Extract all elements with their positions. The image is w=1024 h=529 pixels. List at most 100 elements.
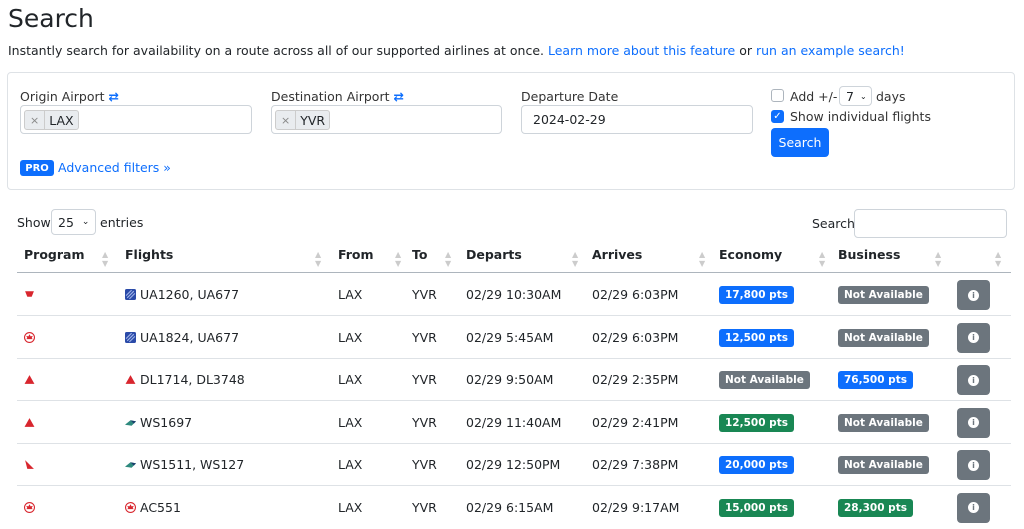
or-text: or <box>739 43 752 58</box>
sort-icon[interactable]: ▲ ▼ <box>445 250 451 268</box>
row-divider <box>17 400 1011 401</box>
economy-badge[interactable]: Not Available <box>719 371 810 389</box>
header-divider <box>17 272 1011 273</box>
flights-text: DL1714, DL3748 <box>140 372 245 387</box>
aircanada-airline-icon <box>125 500 140 515</box>
departs-cell: 02/29 10:30AM <box>466 287 562 302</box>
departs-cell: 02/29 11:40AM <box>466 414 562 430</box>
column-header-flights[interactable]: Flights <box>125 247 173 262</box>
table-search-label: Search: <box>812 216 860 231</box>
remove-icon[interactable]: × <box>25 111 46 129</box>
flights-cell: DL1714, DL3748 <box>125 372 245 387</box>
info-icon: i <box>968 417 979 428</box>
example-search-link[interactable]: run an example search! <box>756 43 905 58</box>
details-button[interactable]: i <box>957 450 990 480</box>
business-badge[interactable]: Not Available <box>838 286 929 304</box>
sort-icon[interactable]: ▲ ▼ <box>995 250 1001 268</box>
economy-badge[interactable]: 12,500 pts <box>719 413 794 432</box>
column-header-departs[interactable]: Departs <box>466 247 522 262</box>
details-button[interactable]: i <box>957 322 990 353</box>
details-button[interactable]: i <box>957 407 990 438</box>
swap-icon[interactable]: ⇄ <box>109 89 119 104</box>
add-days-checkbox[interactable] <box>771 89 784 102</box>
economy-badge[interactable]: 15,000 pts <box>719 498 794 517</box>
row-divider <box>17 485 1011 486</box>
details-button[interactable]: i <box>957 280 990 310</box>
arrives-cell: 02/29 6:03PM <box>592 287 679 302</box>
sort-icon[interactable]: ▲ ▼ <box>699 250 705 268</box>
virgin-program-icon <box>24 288 39 303</box>
details-button[interactable]: i <box>957 365 990 395</box>
row-divider <box>17 442 1011 444</box>
sort-icon[interactable]: ▲ ▼ <box>395 250 401 268</box>
from-cell: LAX <box>338 287 363 302</box>
info-icon: i <box>968 459 979 471</box>
table-search-input[interactable] <box>854 209 1007 238</box>
sort-icon[interactable]: ▲ ▼ <box>102 250 108 268</box>
destination-input[interactable]: × YVR <box>271 105 502 134</box>
business-badge[interactable]: Not Available <box>838 413 929 432</box>
row-divider <box>17 315 1011 316</box>
to-cell: YVR <box>412 499 437 515</box>
add-days-label: Add +/- <box>790 89 838 104</box>
flights-text: UA1260, UA677 <box>140 287 240 302</box>
flights-cell: AC551 <box>125 500 181 515</box>
united-airline-icon <box>125 287 140 302</box>
delta-program-icon <box>24 416 39 431</box>
arrives-cell: 02/29 7:38PM <box>592 457 679 472</box>
swap-icon[interactable]: ⇄ <box>393 89 403 104</box>
business-badge[interactable]: 76,500 pts <box>838 371 913 389</box>
origin-value: LAX <box>49 112 74 128</box>
column-header-program[interactable]: Program <box>24 247 85 262</box>
column-header-to[interactable]: To <box>412 247 427 262</box>
departs-cell: 02/29 5:45AM <box>466 329 554 345</box>
from-cell: LAX <box>338 414 363 430</box>
origin-label: Origin Airport ⇄ <box>20 89 119 104</box>
sort-icon[interactable]: ▲ ▼ <box>935 250 941 268</box>
sort-icon[interactable]: ▲ ▼ <box>315 250 321 268</box>
origin-tag: × LAX <box>24 110 79 130</box>
column-header-arrives[interactable]: Arrives <box>592 247 642 262</box>
learn-more-link[interactable]: Learn more about this feature <box>548 43 735 58</box>
business-badge[interactable]: 28,300 pts <box>838 498 913 517</box>
arrives-cell: 02/29 9:17AM <box>592 499 680 515</box>
from-cell: LAX <box>338 457 363 472</box>
pro-badge: PRO <box>20 160 54 176</box>
arrives-cell: 02/29 2:35PM <box>592 372 679 387</box>
show-individual-checkbox[interactable]: ✓ <box>771 110 784 123</box>
days-value: 7 <box>846 88 854 104</box>
business-badge[interactable]: Not Available <box>838 456 929 474</box>
column-header-business[interactable]: Business <box>838 247 900 262</box>
economy-badge[interactable]: 12,500 pts <box>719 328 794 347</box>
details-button[interactable]: i <box>957 492 990 523</box>
advanced-filters-link[interactable]: Advanced filters » <box>58 160 171 175</box>
remove-icon[interactable]: × <box>276 111 297 129</box>
sort-icon[interactable]: ▲ ▼ <box>572 250 578 268</box>
sort-icon[interactable]: ▲ ▼ <box>819 250 825 268</box>
chevron-down-icon: ⌄ <box>859 91 867 101</box>
flights-cell: UA1260, UA677 <box>125 287 239 302</box>
origin-input[interactable]: × LAX <box>20 105 252 134</box>
westjet-airline-icon <box>125 415 140 430</box>
destination-label-text: Destination Airport <box>271 89 390 104</box>
date-input[interactable]: 2024-02-29 <box>521 105 753 134</box>
subtitle-text: Instantly search for availability on a r… <box>8 43 545 58</box>
from-cell: LAX <box>338 499 363 515</box>
delta-program-icon <box>24 373 39 388</box>
entries-select[interactable]: 25 ⌄ <box>51 209 96 235</box>
show-individual-label: Show individual flights <box>790 109 931 124</box>
column-header-economy[interactable]: Economy <box>719 247 782 262</box>
from-cell: LAX <box>338 372 363 387</box>
days-select[interactable]: 7 ⌄ <box>839 86 872 106</box>
departs-cell: 02/29 12:50PM <box>466 457 561 472</box>
flights-cell: WS1511, WS127 <box>125 457 244 472</box>
aircanada-program-icon <box>24 501 39 516</box>
column-header-from[interactable]: From <box>338 247 374 262</box>
economy-badge[interactable]: 20,000 pts <box>719 456 794 474</box>
arrives-cell: 02/29 6:03PM <box>592 329 679 345</box>
search-button[interactable]: Search <box>771 128 829 157</box>
flights-text: UA1824, UA677 <box>140 329 240 345</box>
business-badge[interactable]: Not Available <box>838 328 929 347</box>
page-title: Search <box>8 4 94 33</box>
economy-badge[interactable]: 17,800 pts <box>719 286 794 304</box>
